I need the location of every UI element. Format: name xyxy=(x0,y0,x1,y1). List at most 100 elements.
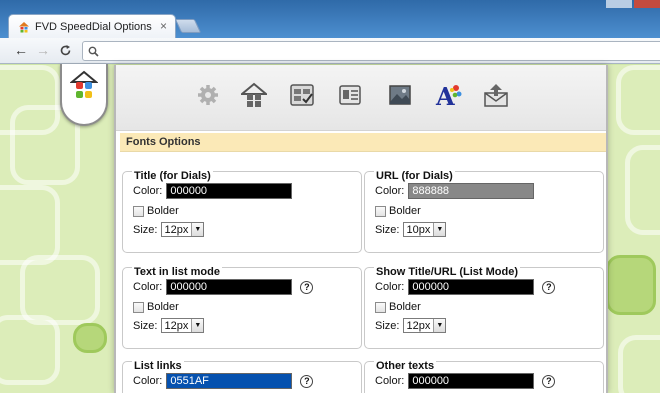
browser-tab[interactable]: FVD SpeedDial Options × xyxy=(8,14,176,39)
color-label: Color: xyxy=(375,375,405,387)
list-links-group: List links Color: 0551AF ? xyxy=(122,360,362,393)
size-row: Size: 12px ▼ xyxy=(375,318,447,333)
help-icon[interactable]: ? xyxy=(300,374,314,388)
home-icon xyxy=(241,82,267,107)
list-text-color-input[interactable]: 000000 xyxy=(166,279,293,295)
size-row: Size: 12px ▼ xyxy=(133,318,205,333)
search-icon xyxy=(88,46,99,57)
group-title: URL (for Dials) xyxy=(374,170,455,182)
bolder-row: Bolder xyxy=(375,301,421,313)
reload-icon[interactable] xyxy=(59,44,72,57)
mail-icon xyxy=(484,84,508,107)
image-icon xyxy=(389,85,411,105)
url-color-input[interactable]: 888888 xyxy=(408,183,535,199)
speeddial-favicon-icon xyxy=(19,22,29,33)
tab-close-icon[interactable]: × xyxy=(160,19,167,33)
options-toolbar: A xyxy=(116,65,606,131)
bolder-row: Bolder xyxy=(133,205,179,217)
background-tool[interactable] xyxy=(385,80,415,110)
title-size-select[interactable]: 12px ▼ xyxy=(161,222,205,237)
select-value: 10px xyxy=(406,223,431,236)
list-text-size-select[interactable]: 12px ▼ xyxy=(161,318,205,333)
bolder-checkbox[interactable] xyxy=(133,301,144,313)
bg-pattern-shape xyxy=(618,335,660,393)
dropdown-arrow-icon: ▼ xyxy=(433,223,446,236)
color-label: Color: xyxy=(375,281,405,293)
bolder-row: Bolder xyxy=(375,205,421,217)
list-links-color-input[interactable]: 0551AF xyxy=(166,373,293,389)
group-title: List links xyxy=(132,360,184,372)
color-row: Color: 888888 xyxy=(375,183,535,199)
groups-tool[interactable] xyxy=(335,80,365,110)
dials-icon xyxy=(290,84,314,106)
speeddial-home-icon xyxy=(70,70,98,98)
url-dials-group: URL (for Dials) Color: 888888 Bolder Siz… xyxy=(364,170,604,253)
tab-title: FVD SpeedDial Options xyxy=(35,21,152,33)
show-title-color-input[interactable]: 000000 xyxy=(408,279,535,295)
mail-tool[interactable] xyxy=(481,80,511,110)
bolder-label: Bolder xyxy=(147,205,179,217)
size-label: Size: xyxy=(133,319,158,332)
minimize-button[interactable] xyxy=(606,0,632,8)
bg-pattern-shape xyxy=(73,323,107,353)
back-button[interactable]: ← xyxy=(14,42,28,58)
fonts-icon: A xyxy=(435,82,462,109)
size-label: Size: xyxy=(375,319,400,332)
help-icon[interactable]: ? xyxy=(542,280,556,294)
bg-pattern-shape xyxy=(606,255,656,315)
help-icon[interactable]: ? xyxy=(300,280,314,294)
help-icon[interactable]: ? xyxy=(542,374,556,388)
address-bar[interactable] xyxy=(82,41,660,61)
bg-pattern-shape xyxy=(0,185,60,265)
color-row: Color: 0551AF ? xyxy=(133,373,314,389)
group-title: Title (for Dials) xyxy=(132,170,213,182)
size-label: Size: xyxy=(133,223,158,236)
home-tool[interactable] xyxy=(239,80,269,110)
color-label: Color: xyxy=(133,375,163,387)
size-row: Size: 12px ▼ xyxy=(133,222,205,237)
fonts-options-header: Fonts Options xyxy=(120,133,606,152)
select-value: 12px xyxy=(164,223,189,236)
svg-text:A: A xyxy=(435,82,455,109)
url-size-select[interactable]: 10px ▼ xyxy=(403,222,447,237)
group-title: Text in list mode xyxy=(132,266,222,278)
color-row: Color: 000000 ? xyxy=(375,373,556,389)
checklist-icon xyxy=(339,85,361,105)
other-texts-group: Other texts Color: 000000 ? xyxy=(364,360,604,393)
dials-tool[interactable] xyxy=(287,80,317,110)
title-color-input[interactable]: 000000 xyxy=(166,183,293,199)
speeddial-home-tab[interactable] xyxy=(60,64,108,126)
close-window-button[interactable] xyxy=(634,0,660,8)
show-title-url-group: Show Title/URL (List Mode) Color: 000000… xyxy=(364,266,604,349)
select-value: 12px xyxy=(164,319,189,332)
new-tab-button[interactable] xyxy=(174,19,202,33)
size-label: Size: xyxy=(375,223,400,236)
bg-pattern-shape xyxy=(625,145,660,235)
dropdown-arrow-icon: ▼ xyxy=(191,223,204,236)
color-label: Color: xyxy=(133,281,163,293)
color-row: Color: 000000 xyxy=(133,183,293,199)
group-title: Other texts xyxy=(374,360,437,372)
gear-icon xyxy=(198,85,218,105)
color-label: Color: xyxy=(375,185,405,197)
bolder-label: Bolder xyxy=(389,205,421,217)
color-label: Color: xyxy=(133,185,163,197)
title-dials-group: Title (for Dials) Color: 000000 Bolder S… xyxy=(122,170,362,253)
bolder-checkbox[interactable] xyxy=(375,205,386,217)
bg-pattern-shape xyxy=(0,315,60,385)
window-titlebar: FVD SpeedDial Options × xyxy=(0,0,660,39)
select-value: 12px xyxy=(406,319,431,332)
settings-tool[interactable] xyxy=(193,80,223,110)
other-texts-color-input[interactable]: 000000 xyxy=(408,373,535,389)
browser-toolbar: ← → xyxy=(0,38,660,64)
forward-button[interactable]: → xyxy=(36,42,50,58)
bolder-checkbox[interactable] xyxy=(133,205,144,217)
color-row: Color: 000000 ? xyxy=(133,279,314,295)
show-title-size-select[interactable]: 12px ▼ xyxy=(403,318,447,333)
bolder-checkbox[interactable] xyxy=(375,301,386,313)
bg-pattern-shape xyxy=(616,65,660,135)
color-row: Color: 000000 ? xyxy=(375,279,556,295)
bolder-label: Bolder xyxy=(147,301,179,313)
size-row: Size: 10px ▼ xyxy=(375,222,447,237)
fonts-tool[interactable]: A xyxy=(433,80,463,110)
